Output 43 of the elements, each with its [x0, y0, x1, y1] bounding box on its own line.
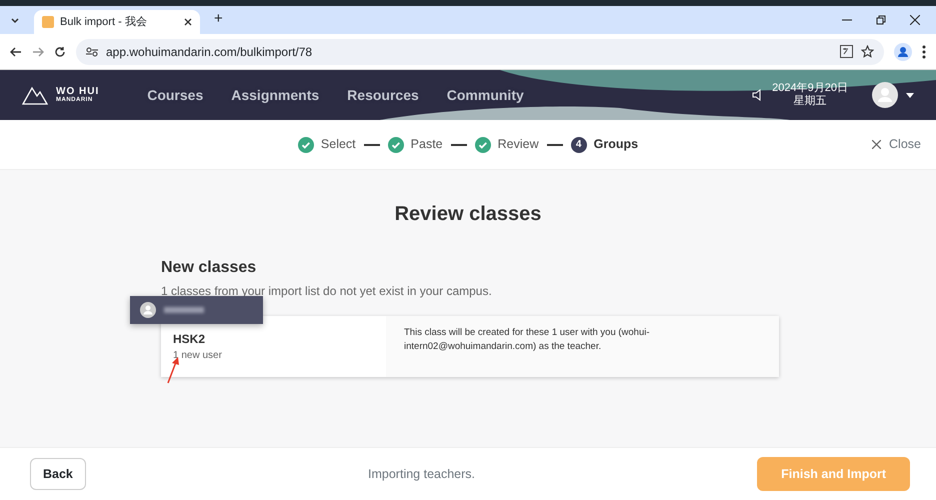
user-count: 1 new user: [173, 349, 223, 363]
nav-link[interactable]: Resources: [347, 84, 419, 106]
restore-icon[interactable]: [876, 15, 886, 25]
step-label: Select: [320, 136, 356, 154]
close-button[interactable]: Close: [871, 134, 922, 155]
close-icon[interactable]: [184, 18, 192, 26]
back-button[interactable]: Back: [30, 458, 86, 490]
nav-link[interactable]: Assignments: [231, 84, 320, 106]
tab-title: Bulk import - 我会: [60, 14, 148, 30]
step-label: Paste: [410, 136, 443, 154]
translate-icon[interactable]: [840, 45, 853, 58]
section-title: New classes: [161, 258, 258, 278]
status-text: Importing teachers.: [367, 466, 476, 483]
star-icon[interactable]: [861, 45, 874, 58]
section-subtitle: 1 classes from your import list do not yet exist in your campus.: [161, 283, 493, 300]
nav-link[interactable]: Courses: [147, 84, 204, 106]
arrow-icon: [166, 356, 180, 384]
reload-icon[interactable]: [54, 46, 66, 58]
weekday-text: 星期五: [792, 95, 828, 108]
close-icon[interactable]: [910, 15, 920, 25]
site-settings-icon[interactable]: [86, 46, 98, 56]
avatar-icon[interactable]: [872, 82, 898, 108]
new-tab-button[interactable]: +: [214, 8, 223, 30]
forward-icon[interactable]: [32, 46, 44, 58]
back-icon[interactable]: [10, 46, 22, 58]
mountain-icon: [22, 85, 48, 105]
close-icon: [872, 140, 882, 149]
favicon-icon: [42, 16, 54, 28]
avatar-icon: [140, 302, 156, 318]
step-number: 4: [570, 136, 587, 152]
nav-link[interactable]: Community: [446, 84, 524, 106]
url-text: app.wohuimandarin.com/bulkimport/78: [106, 44, 314, 60]
class-name: HSK2: [173, 331, 206, 348]
step-label: Groups: [594, 136, 638, 154]
blurred-name: [164, 307, 204, 313]
tab-list-icon[interactable]: [10, 16, 20, 26]
page-heading: Review classes: [394, 202, 542, 226]
menu-icon[interactable]: [922, 44, 926, 58]
profile-icon[interactable]: [894, 42, 912, 60]
browser-tab[interactable]: Bulk import - 我会: [34, 10, 200, 34]
step-label: Review: [498, 136, 539, 154]
class-description: This class will be created for these 1 user with you (wohui-intern02@wohuimandarin.com) as the teacher.: [404, 326, 651, 354]
address-bar[interactable]: app.wohuimandarin.com/bulkimport/78: [76, 38, 884, 64]
